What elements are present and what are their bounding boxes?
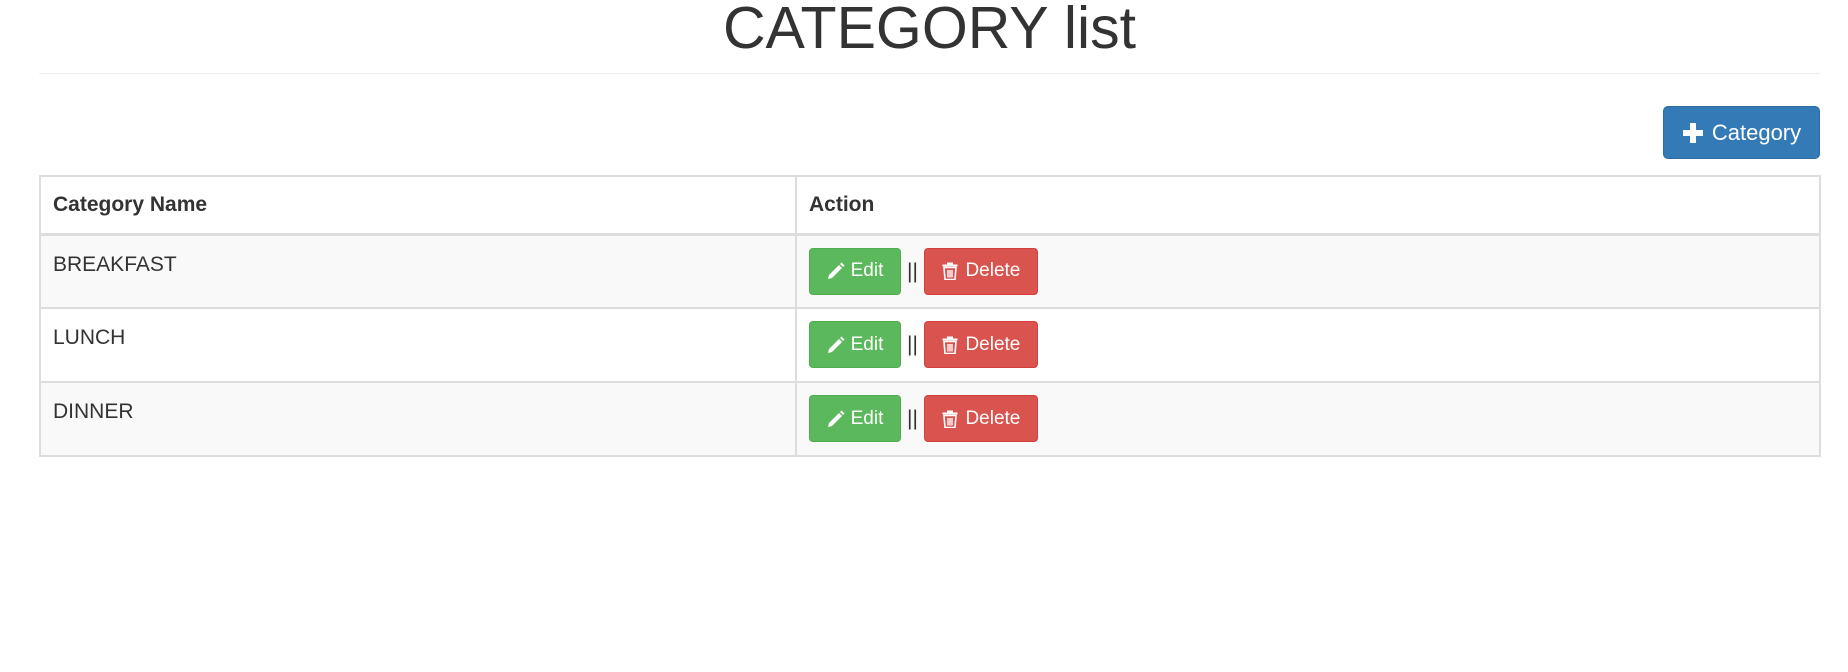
delete-button[interactable]: Delete bbox=[923, 395, 1038, 442]
row-actions: Edit || Delete bbox=[809, 247, 1807, 295]
delete-button[interactable]: Delete bbox=[923, 321, 1038, 368]
edit-label: Edit bbox=[850, 260, 884, 281]
table-row: LUNCH Edit || Delete bbox=[39, 307, 1821, 383]
trash-icon bbox=[941, 262, 959, 280]
add-category-label: Category bbox=[1711, 119, 1802, 145]
page-header: CATEGORY list bbox=[39, 0, 1820, 74]
pencil-icon bbox=[827, 262, 845, 280]
delete-label: Delete bbox=[965, 333, 1021, 355]
category-name-cell: BREAKFAST bbox=[39, 233, 797, 309]
row-actions: Edit || Delete bbox=[809, 321, 1807, 368]
category-name-cell: LUNCH bbox=[39, 307, 797, 383]
pencil-icon bbox=[827, 410, 845, 428]
trash-icon bbox=[941, 336, 959, 354]
plus-icon bbox=[1682, 122, 1704, 144]
action-cell: Edit || Delete bbox=[795, 307, 1821, 383]
table-header-row: Category Name Action bbox=[39, 175, 1821, 236]
delete-button[interactable]: Delete bbox=[923, 247, 1038, 295]
action-cell: Edit || Delete bbox=[795, 233, 1821, 309]
delete-label: Delete bbox=[965, 260, 1021, 281]
action-separator: || bbox=[907, 333, 918, 356]
action-cell: Edit || Delete bbox=[795, 381, 1821, 457]
edit-button[interactable]: Edit bbox=[809, 247, 901, 295]
trash-icon bbox=[941, 410, 959, 428]
page: CATEGORY list Category Category Name Act… bbox=[0, 0, 1848, 672]
table-row: DINNER Edit || Delete bbox=[39, 381, 1821, 457]
edit-label: Edit bbox=[850, 333, 884, 355]
category-name-cell: DINNER bbox=[39, 381, 797, 457]
row-actions: Edit || Delete bbox=[809, 395, 1807, 442]
column-header-action: Action bbox=[795, 175, 1821, 236]
column-header-category-name: Category Name bbox=[39, 175, 797, 236]
action-separator: || bbox=[907, 259, 918, 283]
add-category-button[interactable]: Category bbox=[1663, 106, 1820, 159]
table-row: BREAKFAST Edit || Delete bbox=[39, 233, 1821, 309]
delete-label: Delete bbox=[965, 407, 1021, 429]
page-title: CATEGORY list bbox=[722, 0, 1137, 61]
action-separator: || bbox=[907, 407, 918, 430]
pencil-icon bbox=[827, 336, 845, 354]
edit-label: Edit bbox=[850, 407, 884, 429]
edit-button[interactable]: Edit bbox=[809, 321, 901, 368]
category-table: Category Name Action BREAKFAST Edit || D… bbox=[39, 175, 1821, 457]
edit-button[interactable]: Edit bbox=[809, 395, 901, 442]
